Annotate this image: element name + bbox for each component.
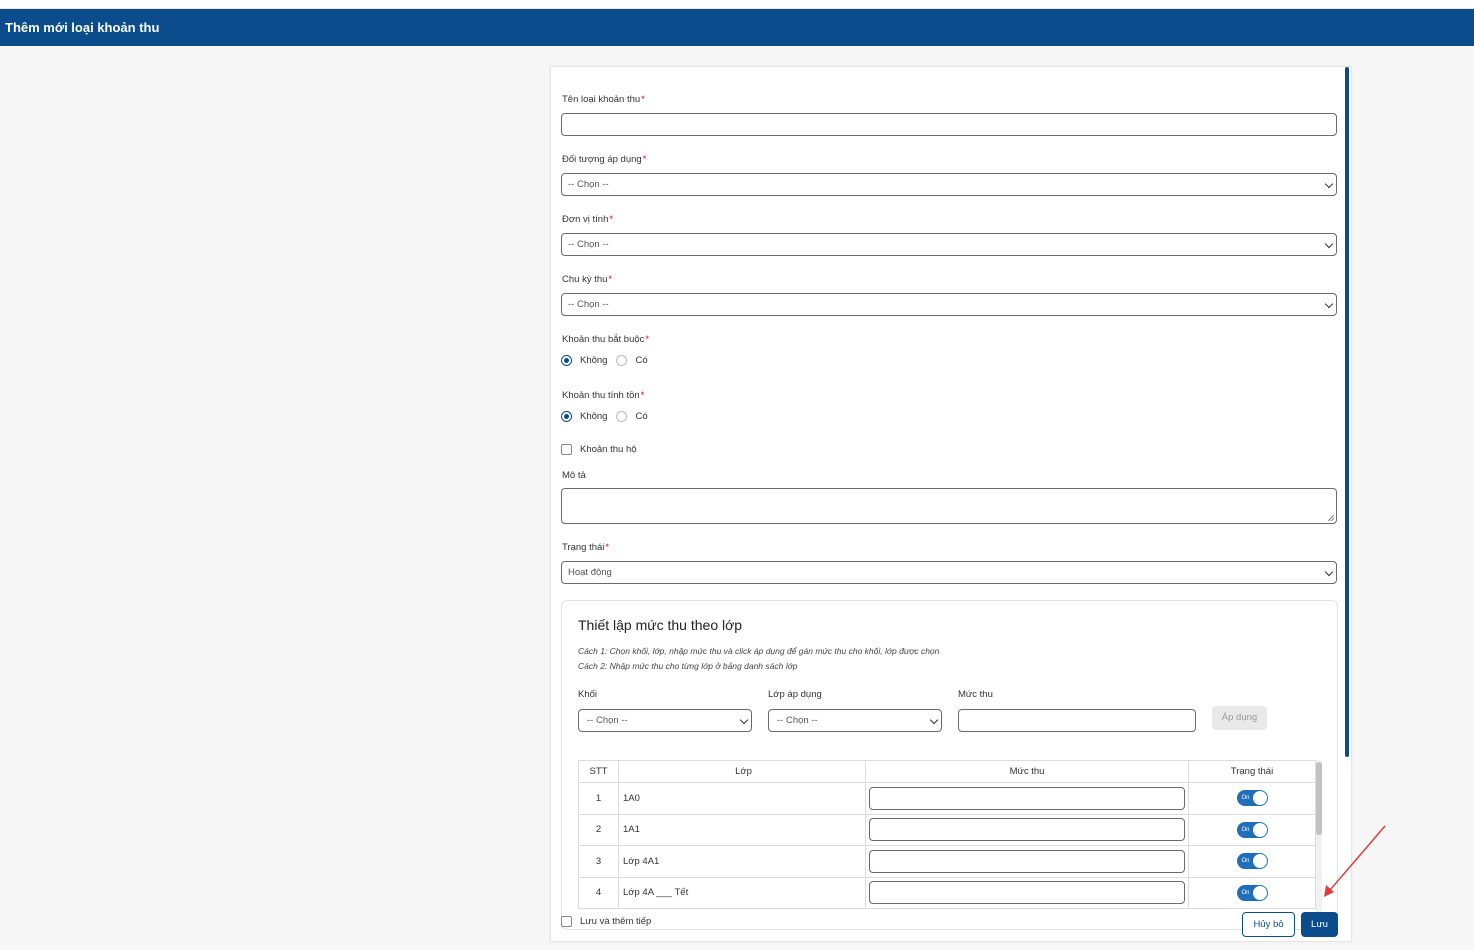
toggle-knob <box>1252 791 1267 806</box>
grade-label: Khối <box>578 689 598 700</box>
chevron-down-icon <box>1324 179 1334 189</box>
row-fee-cell <box>865 876 1189 909</box>
unit-label: Đơn vị tính* <box>562 214 614 225</box>
save-and-continue-checkbox[interactable] <box>561 916 572 927</box>
status-toggle[interactable]: On <box>1236 884 1268 901</box>
resize-handle-icon[interactable] <box>1328 515 1334 521</box>
table-scrollbar[interactable] <box>1316 760 1322 929</box>
fee-input[interactable] <box>958 709 1196 732</box>
apply-button[interactable]: Áp dụng <box>1212 706 1267 730</box>
col-header-class: Lớp <box>618 760 866 783</box>
carryover-radio-group: Không Có <box>561 409 657 423</box>
table-scrollbar-thumb[interactable] <box>1316 762 1322 835</box>
collect-on-behalf-row: Khoản thu hộ <box>561 444 637 455</box>
col-header-stt: STT <box>578 760 619 783</box>
cancel-button[interactable]: Hủy bỏ <box>1242 912 1295 937</box>
status-toggle[interactable]: On <box>1236 790 1268 807</box>
toggle-knob <box>1252 885 1267 900</box>
row-class: Lớp 4A ___ Tết <box>618 876 866 909</box>
row-status-cell: On <box>1188 782 1316 815</box>
row-stt: 4 <box>578 876 619 909</box>
class-table-wrapper: STT Lớp Mức thu Trạng thái 1 1A0 On 2 1A… <box>578 760 1323 929</box>
col-header-fee: Mức thu <box>865 760 1189 783</box>
carryover-radio-no[interactable] <box>561 410 572 422</box>
cycle-select[interactable]: -- Chọn -- <box>561 293 1337 316</box>
hint-method-2: Cách 2: Nhập mức thu cho từng lớp ở bảng… <box>578 661 798 671</box>
class-fee-table: STT Lớp Mức thu Trạng thái 1 1A0 On 2 1A… <box>578 760 1316 909</box>
row-fee-input[interactable] <box>869 849 1185 873</box>
mandatory-label: Khoản thu bắt buộc* <box>562 334 650 345</box>
collect-on-behalf-checkbox[interactable] <box>561 444 572 455</box>
mandatory-radio-group: Không Có <box>561 353 657 367</box>
row-stt: 2 <box>578 813 619 846</box>
mandatory-radio-no[interactable] <box>561 354 572 366</box>
table-row: 1 1A0 On <box>578 782 1316 815</box>
class-apply-label: Lớp áp dụng <box>768 689 822 700</box>
row-class: 1A0 <box>618 782 866 815</box>
table-row: 2 1A1 On <box>578 813 1316 846</box>
form-panel: Tên loại khoản thu* Đối tượng áp dụng* -… <box>550 66 1352 942</box>
form-scrollbar[interactable] <box>1345 67 1349 941</box>
top-strip <box>0 0 1474 9</box>
table-row: 4 Lớp 4A ___ Tết On <box>578 876 1316 909</box>
class-apply-select[interactable]: -- Chọn -- <box>768 709 942 732</box>
description-textarea[interactable] <box>561 488 1337 524</box>
class-fee-title: Thiết lập mức thu theo lớp <box>578 617 743 633</box>
name-label: Tên loại khoản thu* <box>562 94 645 105</box>
description-label: Mô tả <box>562 470 586 481</box>
row-fee-input[interactable] <box>869 881 1185 905</box>
status-label: Trạng thái* <box>562 542 610 553</box>
row-fee-cell <box>865 782 1189 815</box>
row-status-cell: On <box>1188 813 1316 846</box>
toggle-knob <box>1252 822 1267 837</box>
row-class: 1A1 <box>618 813 866 846</box>
unit-select[interactable]: -- Chọn -- <box>561 233 1337 256</box>
page-title: Thêm mới loại khoản thu <box>5 20 160 35</box>
col-header-status: Trạng thái <box>1188 760 1316 783</box>
table-header-row: STT Lớp Mức thu Trạng thái <box>578 760 1316 783</box>
chevron-down-icon <box>739 715 749 725</box>
chevron-down-icon <box>1324 567 1334 577</box>
row-stt: 1 <box>578 782 619 815</box>
fee-label: Mức thu <box>958 689 993 700</box>
row-fee-input[interactable] <box>869 786 1185 810</box>
carryover-label: Khoản thu tính tồn* <box>562 390 645 401</box>
grade-select[interactable]: -- Chọn -- <box>578 709 752 732</box>
carryover-radio-yes[interactable] <box>616 410 628 422</box>
status-toggle[interactable]: On <box>1236 853 1268 870</box>
hint-method-1: Cách 1: Chọn khối, lớp, nhập mức thu và … <box>578 646 940 656</box>
row-class: Lớp 4A1 <box>618 845 866 878</box>
chevron-down-icon <box>1324 239 1334 249</box>
chevron-down-icon <box>929 715 939 725</box>
chevron-down-icon <box>1324 299 1334 309</box>
row-status-cell: On <box>1188 845 1316 878</box>
row-fee-cell <box>865 845 1189 878</box>
cycle-label: Chu kỳ thu* <box>562 274 613 285</box>
save-button[interactable]: Lưu <box>1301 912 1338 937</box>
form-scrollbar-thumb[interactable] <box>1345 67 1349 757</box>
status-toggle[interactable]: On <box>1236 821 1268 838</box>
toggle-knob <box>1252 854 1267 869</box>
table-row: 3 Lớp 4A1 On <box>578 845 1316 878</box>
page-header: Thêm mới loại khoản thu <box>0 9 1474 46</box>
row-status-cell: On <box>1188 876 1316 909</box>
row-fee-input[interactable] <box>869 818 1185 842</box>
mandatory-radio-yes[interactable] <box>616 354 628 366</box>
save-and-continue-row: Lưu và thêm tiếp <box>561 916 651 927</box>
row-fee-cell <box>865 813 1189 846</box>
status-select[interactable]: Hoạt động <box>561 561 1337 584</box>
name-input[interactable] <box>561 113 1337 136</box>
class-fee-section: Thiết lập mức thu theo lớp Cách 1: Chọn … <box>561 600 1338 930</box>
target-select[interactable]: -- Chọn -- <box>561 173 1337 196</box>
row-stt: 3 <box>578 845 619 878</box>
target-label: Đối tượng áp dụng* <box>562 154 647 165</box>
